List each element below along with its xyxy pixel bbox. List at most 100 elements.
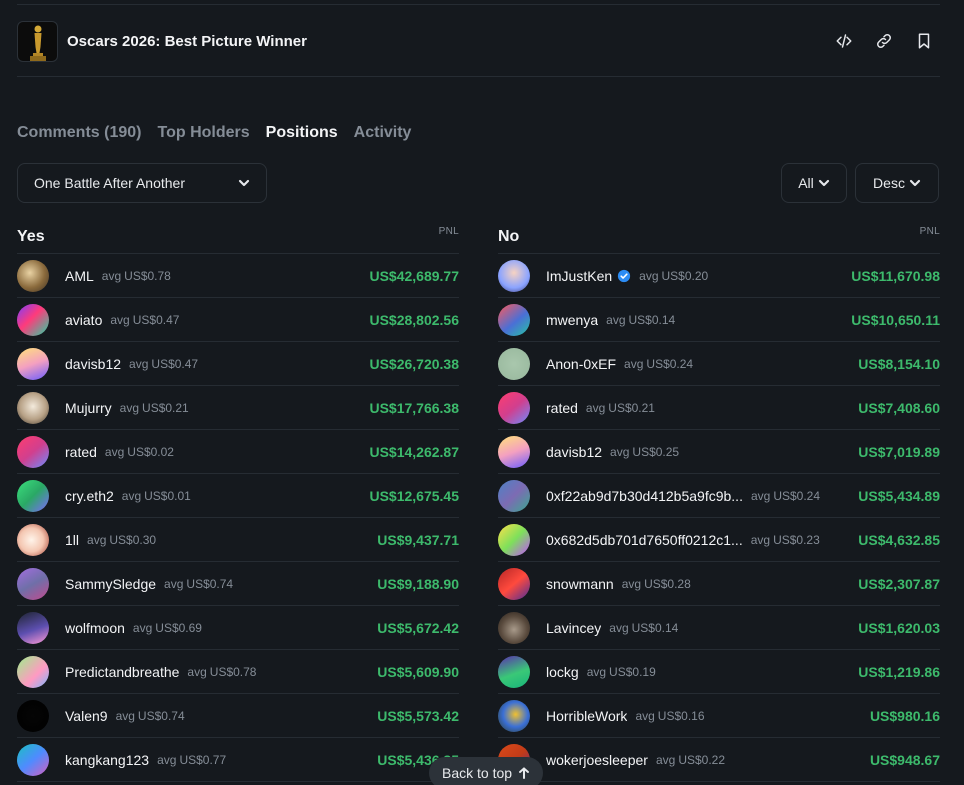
position-row[interactable]: aviato avg US$0.47 US$28,802.56 <box>17 298 459 342</box>
username-link[interactable]: lockg <box>546 664 579 680</box>
position-row[interactable]: davisb12 avg US$0.25 US$7,019.89 <box>498 430 940 474</box>
avg-value: US$0.30 <box>109 532 157 547</box>
position-row[interactable]: Anon-0xEF avg US$0.24 US$8,154.10 <box>498 342 940 386</box>
username-link[interactable]: rated <box>546 400 578 416</box>
username-link[interactable]: cry.eth2 <box>65 488 114 504</box>
position-row[interactable]: rated avg US$0.21 US$7,408.60 <box>498 386 940 430</box>
username-link[interactable]: 1ll <box>65 532 79 548</box>
avatar[interactable] <box>498 259 530 292</box>
username-link[interactable]: 0x682d5db701d7650ff0212c1... <box>546 532 743 548</box>
position-row[interactable]: HorribleWork avg US$0.16 US$980.16 <box>498 694 940 738</box>
back-to-top-button[interactable]: Back to top <box>429 757 544 785</box>
position-row[interactable]: snowmann avg US$0.28 US$2,307.87 <box>498 562 940 606</box>
username-link[interactable]: wokerjoesleeper <box>546 752 648 768</box>
bookmark-button[interactable] <box>908 25 940 57</box>
pnl-column-label: PNL <box>919 226 940 237</box>
username-link[interactable]: ImJustKen <box>546 268 612 284</box>
avatar[interactable] <box>17 523 49 556</box>
embed-code-button[interactable] <box>828 25 860 57</box>
tab-comments[interactable]: Comments (190) <box>17 124 141 142</box>
avg-value: US$0.16 <box>657 708 705 723</box>
avatar[interactable] <box>498 435 530 468</box>
avg-price: avg US$0.20 <box>639 269 708 283</box>
username-link[interactable]: SammySledge <box>65 576 156 592</box>
header-divider <box>17 76 940 77</box>
pnl-value: US$11,670.98 <box>851 267 940 284</box>
chevron-down-icon <box>818 177 830 189</box>
username-link[interactable]: wolfmoon <box>65 620 125 636</box>
avatar[interactable] <box>17 655 49 688</box>
avatar[interactable] <box>498 611 530 644</box>
position-row[interactable]: Lavincey avg US$0.14 US$1,620.03 <box>498 606 940 650</box>
position-row[interactable]: Mujurry avg US$0.21 US$17,766.38 <box>17 386 459 430</box>
position-row[interactable]: ImJustKen avg US$0.20 US$11,670.98 <box>498 254 940 298</box>
username-link[interactable]: Anon-0xEF <box>546 356 616 372</box>
avg-price: avg US$0.25 <box>610 445 679 459</box>
username-link[interactable]: davisb12 <box>546 444 602 460</box>
username-link[interactable]: kangkang123 <box>65 752 149 768</box>
avg-prefix: avg <box>635 708 655 723</box>
avatar[interactable] <box>498 567 530 600</box>
position-row[interactable]: Predictandbreathe avg US$0.78 US$5,609.90 <box>17 650 459 694</box>
username-link[interactable]: Predictandbreathe <box>65 664 179 680</box>
position-row[interactable]: 0x682d5db701d7650ff0212c1... avg US$0.23 US… <box>498 518 940 562</box>
copy-link-button[interactable] <box>868 25 900 57</box>
username-link[interactable]: davisb12 <box>65 356 121 372</box>
position-row[interactable]: Valen9 avg US$0.74 US$5,573.42 <box>17 694 459 738</box>
tab-activity[interactable]: Activity <box>354 124 412 142</box>
avatar[interactable] <box>17 347 49 380</box>
avatar[interactable] <box>498 655 530 688</box>
avg-value: US$0.25 <box>632 444 680 459</box>
avatar[interactable] <box>17 611 49 644</box>
avatar[interactable] <box>17 479 49 512</box>
avatar[interactable] <box>498 523 530 556</box>
tab-top-holders[interactable]: Top Holders <box>157 124 249 142</box>
position-row[interactable]: mwenya avg US$0.14 US$10,650.11 <box>498 298 940 342</box>
avg-prefix: avg <box>119 400 140 415</box>
position-row[interactable]: kangkang123 avg US$0.77 US$5,436.85 <box>17 738 459 782</box>
avg-price: avg US$0.23 <box>751 533 820 547</box>
avg-prefix: avg <box>624 356 644 371</box>
position-row[interactable]: SammySledge avg US$0.74 US$9,188.90 <box>17 562 459 606</box>
position-row[interactable]: 1ll avg US$0.30 US$9,437.71 <box>17 518 459 562</box>
avatar[interactable] <box>17 567 49 600</box>
outcome-select[interactable]: One Battle After Another <box>17 163 267 203</box>
avg-price: avg US$0.19 <box>587 665 656 679</box>
avatar[interactable] <box>498 391 530 424</box>
position-row[interactable]: wolfmoon avg US$0.69 US$5,672.42 <box>17 606 459 650</box>
pnl-value: US$9,188.90 <box>377 575 459 592</box>
avatar[interactable] <box>17 699 49 732</box>
avg-prefix: avg <box>621 576 642 591</box>
avatar[interactable] <box>498 347 530 380</box>
username-link[interactable]: aviato <box>65 312 102 328</box>
username-link[interactable]: 0xf22ab9d7b30d412b5a9fc9b... <box>546 488 743 504</box>
tab-positions[interactable]: Positions <box>266 124 338 142</box>
username-link[interactable]: Lavincey <box>546 620 601 636</box>
position-row[interactable]: lockg avg US$0.19 US$1,219.86 <box>498 650 940 694</box>
username-link[interactable]: snowmann <box>546 576 614 592</box>
avatar[interactable] <box>17 259 49 292</box>
side-filter-select[interactable]: All <box>781 163 847 203</box>
avatar[interactable] <box>17 743 49 776</box>
sort-order-select[interactable]: Desc <box>855 163 939 203</box>
username-link[interactable]: rated <box>65 444 97 460</box>
username-link[interactable]: mwenya <box>546 312 598 328</box>
username-link[interactable]: Valen9 <box>65 708 108 724</box>
avatar[interactable] <box>498 303 530 336</box>
position-row[interactable]: rated avg US$0.02 US$14,262.87 <box>17 430 459 474</box>
avg-prefix: avg <box>129 356 149 371</box>
position-row[interactable]: cry.eth2 avg US$0.01 US$12,675.45 <box>17 474 459 518</box>
avatar[interactable] <box>17 391 49 424</box>
position-row[interactable]: wokerjoesleeper avg US$0.22 US$948.67 <box>498 738 940 782</box>
avatar[interactable] <box>17 435 49 468</box>
avatar[interactable] <box>498 699 530 732</box>
position-row[interactable]: davisb12 avg US$0.47 US$26,720.38 <box>17 342 459 386</box>
username-link[interactable]: AML <box>65 268 94 284</box>
position-row[interactable]: 0xf22ab9d7b30d412b5a9fc9b... avg US$0.24 US… <box>498 474 940 518</box>
username-link[interactable]: HorribleWork <box>546 708 627 724</box>
avatar[interactable] <box>498 479 530 512</box>
position-row[interactable]: AML avg US$0.78 US$42,689.77 <box>17 254 459 298</box>
username-link[interactable]: Mujurry <box>65 400 112 416</box>
avg-prefix: avg <box>609 620 629 635</box>
avatar[interactable] <box>17 303 49 336</box>
